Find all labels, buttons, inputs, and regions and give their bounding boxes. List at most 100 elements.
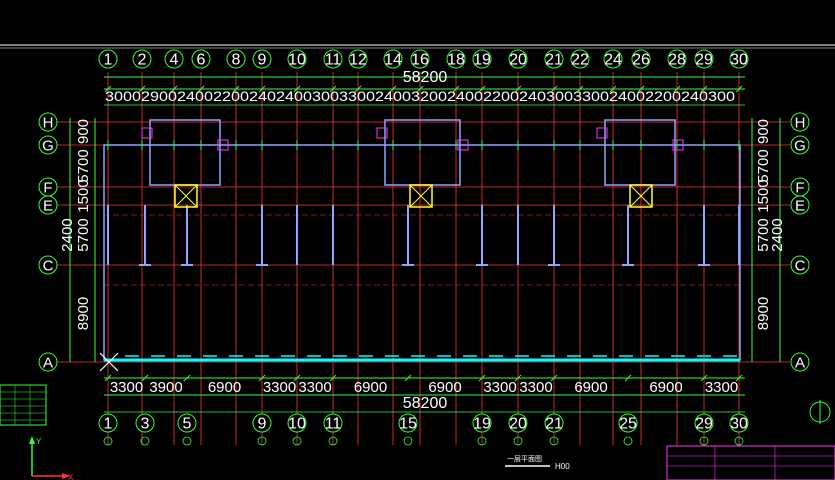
svg-text:X: X (68, 473, 74, 480)
right-dimension-value-outer: 2400 (769, 218, 786, 251)
bottom-dimension-value: 3300 (519, 379, 552, 396)
right-dimension-value: 5700 (755, 149, 772, 182)
top-axis-bubble: 10 (287, 49, 307, 69)
drawing-frame (0, 44, 835, 49)
top-axis-bubble: 20 (508, 49, 528, 69)
axis-bubble-label: C (795, 257, 806, 274)
top-axis-bubble: 14 (383, 49, 403, 69)
top-axis-bubble: 22 (570, 49, 590, 69)
right-row-bubble: H (790, 112, 810, 132)
axis-bubble-label: 30 (730, 416, 748, 433)
title-block (666, 445, 835, 480)
axis-bubble-label: 22 (571, 52, 589, 69)
bottom-total-dimension: 58200 (403, 395, 448, 412)
bottom-axis-bubble: 3 (135, 413, 155, 433)
top-axis-bubble: 30 (729, 49, 749, 69)
stair-core-outline (604, 119, 676, 186)
axis-bubble-label: 16 (411, 52, 429, 69)
axis-bubble-label: 24 (604, 52, 622, 69)
top-axis-bubble: 21 (544, 49, 564, 69)
axis-bubble-label: A (43, 354, 53, 371)
left-row-bubble: G (38, 135, 58, 155)
legend-table (0, 384, 47, 426)
bottom-dimension-chain: 3300 3900 6900 3300 3300 6900 6900 3300 3300 6900… (110, 379, 738, 396)
left-dimension-value: 5700 (75, 218, 92, 251)
axis-bubble-label: 20 (509, 52, 527, 69)
axis-bubble-label: 9 (258, 52, 267, 69)
bottom-dimension-value: 6900 (649, 379, 682, 396)
left-row-bubbles: HG FE C A (38, 112, 58, 372)
bottom-dimension-value: 3300 (110, 379, 143, 396)
top-axis-bubble: 28 (667, 49, 687, 69)
top-axis-bubble: 19 (472, 49, 492, 69)
top-axis-bubble: 18 (446, 49, 466, 69)
axis-bubble-label: 29 (695, 52, 713, 69)
bottom-dimension-value: 3300 (263, 379, 296, 396)
bottom-axis-small-circle (182, 436, 192, 446)
top-axis-bubble: 29 (694, 49, 714, 69)
bottom-axis-small-circle (623, 436, 633, 446)
bottom-axis-bubble: 20 (508, 413, 528, 433)
stair-cores (141, 119, 684, 208)
right-row-bubble: G (790, 135, 810, 155)
top-axis-bubble: 11 (323, 49, 343, 69)
top-axis-bubble: 26 (631, 49, 651, 69)
bottom-axis-bubble: 30 (729, 413, 749, 433)
axis-bubble-label: 11 (325, 52, 342, 69)
top-axis-bubble: 6 (191, 49, 211, 69)
bottom-axis-bubble: 10 (287, 413, 307, 433)
bottom-dimension-value: 3900 (149, 379, 182, 396)
right-dimension-value: 1500 (755, 179, 772, 212)
axis-bubble-label: 2 (138, 52, 147, 69)
ucs-axis-icon: Y X (29, 436, 74, 480)
cad-drawing-canvas[interactable]: 1 2 4 6 8 9 10 11 12 14 16 18 19 20 21 22 24 26 28 29 30 135… (0, 0, 835, 480)
axis-bubble-label: 3 (141, 416, 150, 433)
top-axis-bubble: 12 (348, 49, 368, 69)
top-axis-bubble: 9 (252, 49, 272, 69)
axis-bubble-label: 15 (399, 416, 417, 433)
axis-bubble-label: 1 (104, 416, 113, 433)
axis-bubble-label: 19 (473, 416, 491, 433)
axis-bubble-label: 21 (545, 416, 563, 433)
axis-bubble-label: 26 (632, 52, 650, 69)
bottom-axis-bubble: 21 (544, 413, 564, 433)
axis-bubble-label: 28 (668, 52, 686, 69)
svg-text:H00: H00 (555, 462, 570, 471)
svg-text:Y: Y (36, 437, 42, 446)
left-row-bubble: C (38, 255, 58, 275)
axis-bubble-label: E (43, 197, 53, 214)
axis-bubble-label: 4 (170, 52, 179, 69)
bottom-axis-bubbles: 1 3 5 9 10 11 15 19 20 21 25 29 30 (98, 413, 749, 446)
bottom-axis-bubble: 9 (252, 413, 272, 433)
bottom-axis-small-circle (403, 436, 413, 446)
axis-bubble-label: G (794, 137, 806, 154)
bottom-axis-bubble: 15 (398, 413, 418, 433)
axis-bubble-label: 19 (473, 52, 491, 69)
axis-bubble-label: 18 (447, 52, 465, 69)
right-row-bubble: A (790, 352, 810, 372)
bottom-dimension-value: 3300 (298, 379, 331, 396)
left-row-bubble: H (38, 112, 58, 132)
left-dimension-value: 900 (75, 119, 92, 144)
right-row-bubbles: HG FE C A (790, 112, 810, 372)
top-axis-bubble: 8 (226, 49, 246, 69)
axis-bubble-label: A (795, 354, 805, 371)
stair-core-outline (384, 119, 461, 186)
north-arrow-icon (809, 400, 831, 424)
axis-bubble-label: 5 (183, 416, 192, 433)
axis-bubble-label: 12 (349, 52, 367, 69)
axis-bubble-label: 20 (509, 416, 527, 433)
stair-core-outline (149, 119, 221, 186)
left-dimension-value: 1500 (75, 179, 92, 212)
axis-bubble-label: E (795, 197, 805, 214)
right-row-bubble: C (790, 255, 810, 275)
axis-bubble-label: C (43, 257, 54, 274)
axis-bubble-label: 1 (104, 52, 113, 69)
bottom-dimension-value: 6900 (354, 379, 387, 396)
axis-bubble-label: 21 (545, 52, 563, 69)
axis-bubble-label: 10 (288, 52, 306, 69)
bottom-axis-bubble: 5 (177, 413, 197, 433)
axis-bubble-label: 10 (288, 416, 306, 433)
left-dimension-value: 8900 (75, 297, 92, 330)
bottom-dimension-value: 6900 (428, 379, 461, 396)
